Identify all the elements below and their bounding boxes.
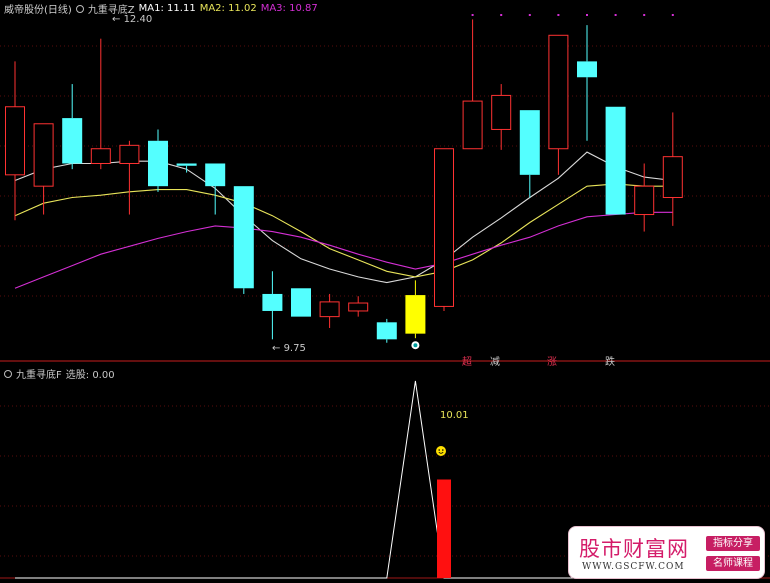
candle[interactable] — [348, 296, 369, 317]
high-price-label: ← 12.40 — [112, 14, 153, 25]
kline-chart[interactable] — [0, 0, 770, 583]
smiley-eye — [438, 449, 441, 451]
candle[interactable] — [462, 19, 483, 150]
candle-body — [33, 123, 54, 187]
candle[interactable] — [90, 38, 111, 170]
ma2-value: MA2: 11.02 — [199, 3, 257, 14]
candle[interactable] — [519, 110, 540, 198]
candle[interactable] — [548, 34, 569, 175]
watermark-title: 股市财富网 — [579, 537, 689, 561]
signal-bar — [437, 479, 451, 578]
candle[interactable] — [405, 280, 426, 339]
watermark-url: WWW.GSCFW.COM — [582, 562, 685, 572]
candle-body — [548, 34, 569, 150]
candle-body — [5, 106, 25, 176]
candles[interactable] — [5, 19, 683, 350]
candle-body — [62, 118, 83, 164]
candle[interactable] — [233, 186, 254, 294]
smiley-eye — [442, 449, 444, 451]
bottom-header: 九重寻底F 选股: 0.00 — [4, 366, 115, 381]
top-marker — [557, 14, 560, 16]
top-marker — [643, 14, 646, 16]
candle-body — [90, 148, 111, 164]
ma1-line — [14, 151, 673, 284]
top-header: 威帝股份(日线) 九重寻底Z MA1: 11.11 MA2: 11.02 MA3… — [4, 1, 318, 16]
top-marker — [528, 14, 531, 16]
smiley-icon — [436, 446, 446, 456]
candle-body — [605, 106, 626, 215]
signal-label: 跌 — [605, 357, 615, 368]
candle[interactable] — [119, 140, 140, 215]
candle-body — [376, 322, 397, 340]
candle-body — [205, 163, 226, 187]
top-marker — [614, 14, 617, 16]
low-price-label: ← 9.75 — [272, 343, 306, 354]
sub-indicator-name[interactable]: 九重寻底F — [16, 366, 62, 381]
candle[interactable] — [605, 106, 626, 215]
candle-body — [519, 110, 540, 175]
settings-circle-icon[interactable] — [75, 4, 84, 13]
candle-body — [148, 140, 168, 187]
signal-label: 减 — [490, 357, 500, 368]
candle[interactable] — [491, 84, 512, 150]
top-marker — [500, 14, 503, 16]
candle[interactable] — [176, 163, 197, 173]
candle-body — [176, 163, 197, 166]
top-marker — [471, 14, 474, 16]
candle-body — [577, 61, 597, 78]
watermark-tag: 指标分享 — [706, 536, 760, 551]
candle-body — [319, 301, 340, 318]
select-value: 选股: 0.00 — [65, 370, 115, 381]
candle-body — [634, 185, 655, 216]
ma1-value: MA1: 11.11 — [138, 3, 196, 14]
candle-body — [348, 302, 369, 312]
candle-body — [491, 94, 512, 130]
candle-body — [291, 288, 311, 317]
buy-marker-dot — [413, 343, 418, 348]
candle[interactable] — [434, 148, 454, 311]
candle-body — [662, 156, 683, 199]
candle-body — [262, 293, 283, 311]
candle-body — [434, 148, 454, 307]
candle-body — [233, 186, 254, 289]
top-marker — [671, 14, 674, 16]
candle[interactable] — [319, 293, 340, 328]
watermark-tag: 名师课程 — [706, 556, 760, 571]
watermark-logo: 股市财富网 WWW.GSCFW.COM 指标分享 名师课程 — [568, 526, 765, 579]
signal-label: 超 — [462, 357, 472, 368]
ma3-line — [14, 211, 673, 289]
grid-lines — [0, 45, 770, 579]
candle[interactable] — [62, 84, 83, 170]
signal-label: 涨 — [547, 357, 557, 368]
moving-averages — [14, 151, 673, 289]
candle[interactable] — [577, 25, 597, 141]
pct-label: 10.01 — [440, 410, 469, 421]
top-markers — [471, 14, 674, 16]
candle[interactable] — [262, 271, 283, 340]
settings-circle-icon[interactable] — [4, 369, 12, 378]
candle[interactable] — [662, 112, 683, 226]
ma3-value: MA3: 10.87 — [260, 3, 318, 14]
candle[interactable] — [33, 123, 54, 215]
stock-name[interactable]: 威帝股份(日线) — [4, 1, 72, 16]
candle[interactable] — [634, 163, 655, 232]
candle-body — [405, 295, 426, 334]
candle-body — [119, 144, 140, 164]
ma2-line — [14, 183, 673, 278]
top-marker — [586, 14, 588, 16]
candle[interactable] — [376, 318, 397, 343]
candle-body — [462, 100, 483, 150]
candle[interactable] — [291, 288, 311, 317]
candle[interactable] — [148, 129, 168, 192]
candle[interactable] — [205, 163, 226, 215]
